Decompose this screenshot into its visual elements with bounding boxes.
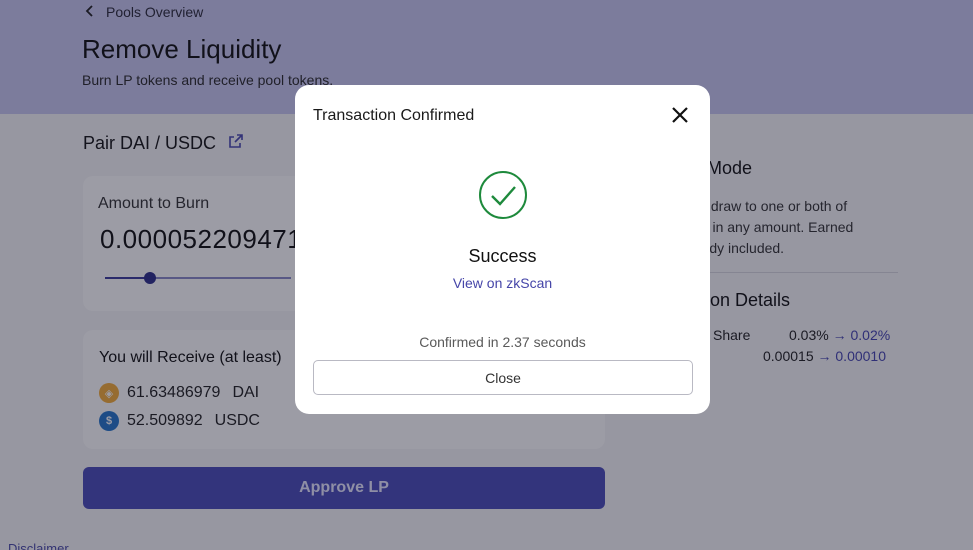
modal-title: Transaction Confirmed <box>313 107 475 124</box>
close-icon[interactable] <box>671 106 689 124</box>
close-button[interactable]: Close <box>313 360 693 395</box>
success-text: Success <box>468 246 537 266</box>
confirmed-time-text: Confirmed in 2.37 seconds <box>419 334 586 350</box>
success-check-icon <box>478 170 528 220</box>
transaction-modal: Transaction Confirmed Success View on zk… <box>295 85 710 414</box>
view-on-zkscan-link[interactable]: View on zkScan <box>295 275 710 291</box>
